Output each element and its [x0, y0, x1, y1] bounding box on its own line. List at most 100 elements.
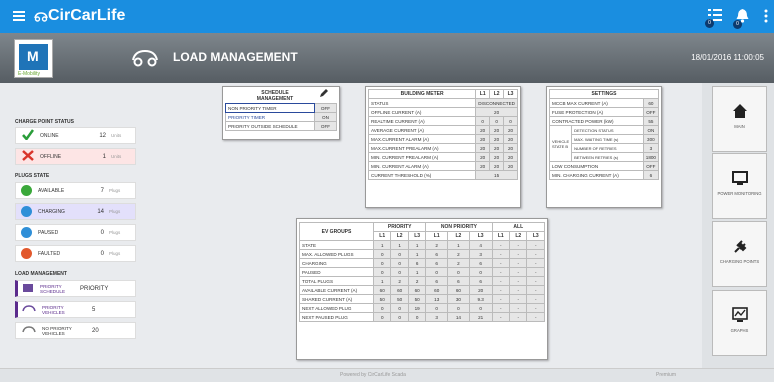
- more-menu-icon[interactable]: [764, 9, 768, 25]
- ev-cell: -: [491, 276, 511, 286]
- ev-cell: 21: [468, 312, 493, 322]
- charge-point-status-title: CHARGE POINT STATUS: [15, 119, 74, 125]
- phase-header: L2: [447, 231, 470, 241]
- ev-row-label: CHARGING: [299, 258, 374, 268]
- ev-cell: 0: [447, 267, 470, 277]
- paused-plug-icon: [21, 227, 32, 238]
- ev-cell: -: [526, 267, 545, 277]
- ev-cell: 1: [407, 240, 427, 250]
- ev-cell: -: [509, 303, 528, 313]
- ev-cell: 6: [468, 258, 493, 268]
- table-row: STATE 1 1 1 2 1 4- - -: [299, 240, 545, 250]
- ev-cell: 0: [372, 249, 392, 259]
- plug-row-paused: PAUSED 0 Plugs: [15, 224, 136, 241]
- ev-cell: 0: [425, 267, 449, 277]
- table-row: CONTRACTED POWER (kW) 55: [549, 116, 660, 126]
- ev-cell: -: [526, 249, 545, 259]
- ev-cell: 2: [447, 249, 470, 259]
- ev-cell: 2: [390, 276, 409, 286]
- table-row: PRIORITY TIMER ON: [225, 112, 337, 122]
- ev-row-label: NEXT PAUSED PLUG: [299, 312, 374, 322]
- ev-row-label: PAUSED: [299, 267, 374, 277]
- ev-cell: 0: [390, 303, 409, 313]
- plug-row-faulted: FAULTED 0 Plugs: [15, 245, 136, 262]
- car-icon: [130, 46, 160, 70]
- plug-row-charging: CHARGING 14 Plugs: [15, 203, 136, 220]
- ev-cell: -: [509, 312, 528, 322]
- ev-row-label: NEXT ALLOWED PLUG: [299, 303, 374, 313]
- sidebar-item-charging-points[interactable]: CHARGING POINTS: [712, 221, 767, 287]
- home-icon: [713, 103, 766, 121]
- datetime: 18/01/2016 11:00:05: [691, 53, 764, 62]
- ev-cell: 50: [390, 294, 409, 304]
- timer-label: PRIORITY OUTSIDE SCHEDULE: [225, 121, 315, 131]
- ev-cell: -: [491, 294, 511, 304]
- lm-row-schedule: PRIORITY SCHEDULE PRIORITY: [15, 280, 136, 297]
- ev-cell: -: [491, 303, 511, 313]
- ev-cell: 0: [407, 312, 427, 322]
- ev-cell: 6: [425, 258, 449, 268]
- table-row: CHARGING 0 0 6 6 2 6- - -: [299, 258, 545, 268]
- phase-header: L2: [509, 231, 528, 241]
- ev-cell: 6: [425, 276, 449, 286]
- ev-cell: 30: [447, 294, 470, 304]
- ev-row-label: MAX. ALLOWED PLUGS: [299, 249, 374, 259]
- sidebar-item-main[interactable]: MAIN: [712, 86, 767, 152]
- ev-cell: 60: [425, 285, 449, 295]
- sidebar-item-graphs[interactable]: GRAPHS: [712, 290, 767, 356]
- ev-cell: 6: [425, 249, 449, 259]
- edit-pencil-icon[interactable]: [319, 89, 328, 100]
- ev-cell: 50: [407, 294, 427, 304]
- ev-cell: 60: [447, 285, 470, 295]
- ev-cell: -: [509, 258, 528, 268]
- ev-groups-title: EV GROUPS: [299, 222, 374, 241]
- sidebar-item-power-monitoring[interactable]: POWER MONITORING: [712, 153, 767, 219]
- settings-panel: SETTINGS MCCB MAX CURRENT (A) 60 FUSE PRO…: [546, 86, 662, 208]
- ev-cell: 1: [407, 249, 427, 259]
- ev-cell: 2: [447, 258, 470, 268]
- ev-cell: -: [526, 285, 545, 295]
- ev-cell: -: [491, 249, 511, 259]
- ev-cell: 3: [425, 312, 449, 322]
- phase-header: L2: [390, 231, 409, 241]
- table-row: STATUS DISCONNECTED: [367, 98, 518, 108]
- ev-cell: 1: [372, 276, 392, 286]
- ev-cell: 20: [468, 285, 493, 295]
- ev-cell: -: [491, 267, 511, 277]
- table-row: AVERAGE CURRENT (A) 20 20 20: [367, 125, 518, 135]
- plug-icon: [713, 238, 766, 256]
- table-row: NEXT PAUSED PLUG 0 0 0 3 14 21- - -: [299, 312, 545, 322]
- cross-icon: [22, 150, 34, 163]
- ev-cell: -: [526, 240, 545, 250]
- table-row: MAX.CURRENT PREALARM (A) 20 20 20: [367, 143, 518, 153]
- hamburger-menu-icon[interactable]: [13, 11, 25, 21]
- ev-cell: 60: [390, 285, 409, 295]
- charging-plug-icon: [21, 206, 32, 217]
- app-title: CirCarLife: [48, 7, 126, 24]
- monitor-icon: [713, 170, 766, 188]
- page-title: LOAD MANAGEMENT: [173, 50, 298, 64]
- e-mobility-logo: M E-Mobility: [14, 39, 53, 78]
- plugs-state-title: PLUGS STATE: [15, 173, 50, 179]
- status-row-online: ONLINE 12 Units: [15, 127, 136, 144]
- top-bar: CirCarLife 0 0: [0, 0, 774, 33]
- table-row: AVAILABLE CURRENT (A) 60 60 60 60 60 20- - -: [299, 285, 545, 295]
- ev-cell: 60: [407, 285, 427, 295]
- ev-cell: -: [526, 276, 545, 286]
- ev-cell: 60: [372, 285, 392, 295]
- ev-cell: 0: [390, 312, 409, 322]
- car-outline-icon: [22, 324, 36, 337]
- footer-brand: Premium: [656, 372, 677, 378]
- phase-header: L3: [503, 89, 518, 99]
- ev-row-label: SHARED CURRENT (A): [299, 294, 374, 304]
- table-row: PRIORITY OUTSIDE SCHEDULE OFF: [225, 121, 337, 131]
- ev-cell: 6: [447, 276, 470, 286]
- building-meter-panel: BUILDING METER L1 L2 L3 STATUS DISCONNECT…: [365, 86, 521, 208]
- plug-row-available: AVAILABLE 7 Plugs: [15, 182, 136, 199]
- notification-badge: 0: [705, 19, 714, 28]
- schedule-title: SCHEDULE MANAGEMENT: [256, 90, 294, 102]
- table-row: MAX.CURRENT ALARM (A) 20 20 20: [367, 134, 518, 144]
- ev-cell: 13: [425, 294, 449, 304]
- table-row: MCCB MAX CURRENT (A) 60: [549, 98, 660, 108]
- footer-powered: Powered by CirCarLife Scada: [340, 372, 406, 378]
